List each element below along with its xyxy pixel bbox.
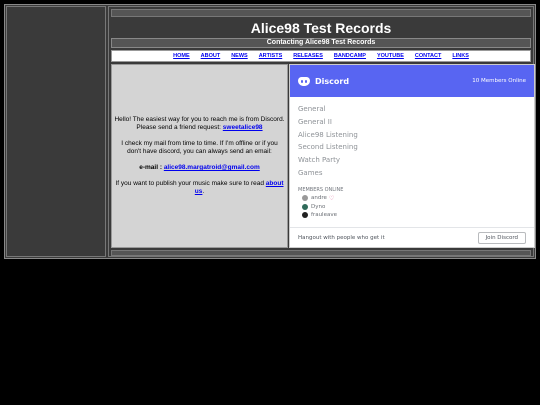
nav-link-about[interactable]: ABOUT [201,53,221,59]
nav-link-contact[interactable]: CONTACT [415,53,441,59]
email-paragraph: e-mail : alice98.margatroid@gmail.com [114,164,285,172]
intro-paragraph: Hello! The easiest way for you to reach … [114,116,285,132]
nav-link-home[interactable]: HOME [173,53,190,59]
discord-user-link[interactable]: sweetalice98 [223,124,263,131]
discord-tagline: Hangout with people who get it [298,234,385,241]
email-link[interactable]: alice98.margatroid@gmail.com [164,164,260,171]
members-online-title: MEMBERS ONLINE [298,186,344,193]
main-panel: Alice98 Test Records Contacting Alice98 … [108,6,535,257]
discord-online-count: 10 Members Online [472,78,526,84]
nitro-badge-icon: ♡ [328,194,335,202]
channel-watch-party[interactable]: Watch Party [298,154,526,167]
nav-link-links[interactable]: LINKS [452,53,469,59]
avatar [302,195,308,202]
page-frame: Alice98 Test Records Contacting Alice98 … [4,4,536,259]
publish-text: If you want to publish your music make s… [115,180,266,187]
email-label: e-mail : [139,164,164,171]
discord-footer: Hangout with people who get it Join Disc… [290,227,534,247]
member-row: andre ♡ [302,195,526,202]
discord-body: General General II Alice98 Listening Sec… [290,97,534,218]
page-subtitle: Contacting Alice98 Test Records [111,38,531,48]
channel-alice98-listening[interactable]: Alice98 Listening [298,129,526,142]
join-discord-button[interactable]: Join Discord [477,231,526,244]
contact-content: Hello! The easiest way for you to reach … [111,64,288,248]
nav-bar: HOME ABOUT NEWS ARTISTS RELEASES BANDCAM… [111,50,531,62]
discord-logo-icon [298,76,310,86]
channel-general[interactable]: General [298,103,526,116]
discord-header: Discord 10 Members Online [290,65,534,97]
nav-link-releases[interactable]: RELEASES [293,53,323,59]
mail-paragraph: I check my mail from time to time. If I'… [121,140,278,155]
left-sidebar [6,6,106,257]
member-name: frauleave [311,211,337,218]
nav-link-artists[interactable]: ARTISTS [259,53,283,59]
nav-link-youtube[interactable]: YOUTUBE [377,53,404,59]
discord-brand: Discord [315,76,350,86]
member-name: Dyno [311,203,326,210]
bottom-bar [111,250,531,256]
member-row: frauleave [302,211,526,218]
nav-link-news[interactable]: NEWS [231,53,248,59]
top-bar [111,9,531,17]
discord-widget: Discord 10 Members Online General Genera… [289,64,535,248]
nav-link-bandcamp[interactable]: BANDCAMP [334,53,366,59]
publish-end: . [202,188,205,195]
page-title: Alice98 Test Records [250,20,392,36]
channel-general-ii[interactable]: General II [298,116,526,129]
channel-games[interactable]: Games [298,167,526,180]
avatar [302,203,308,210]
publish-paragraph: If you want to publish your music make s… [114,180,285,196]
member-row: Dyno [302,203,526,210]
channel-second-listening[interactable]: Second Listening [298,141,526,154]
member-name: andre [311,195,327,202]
avatar [302,211,308,218]
